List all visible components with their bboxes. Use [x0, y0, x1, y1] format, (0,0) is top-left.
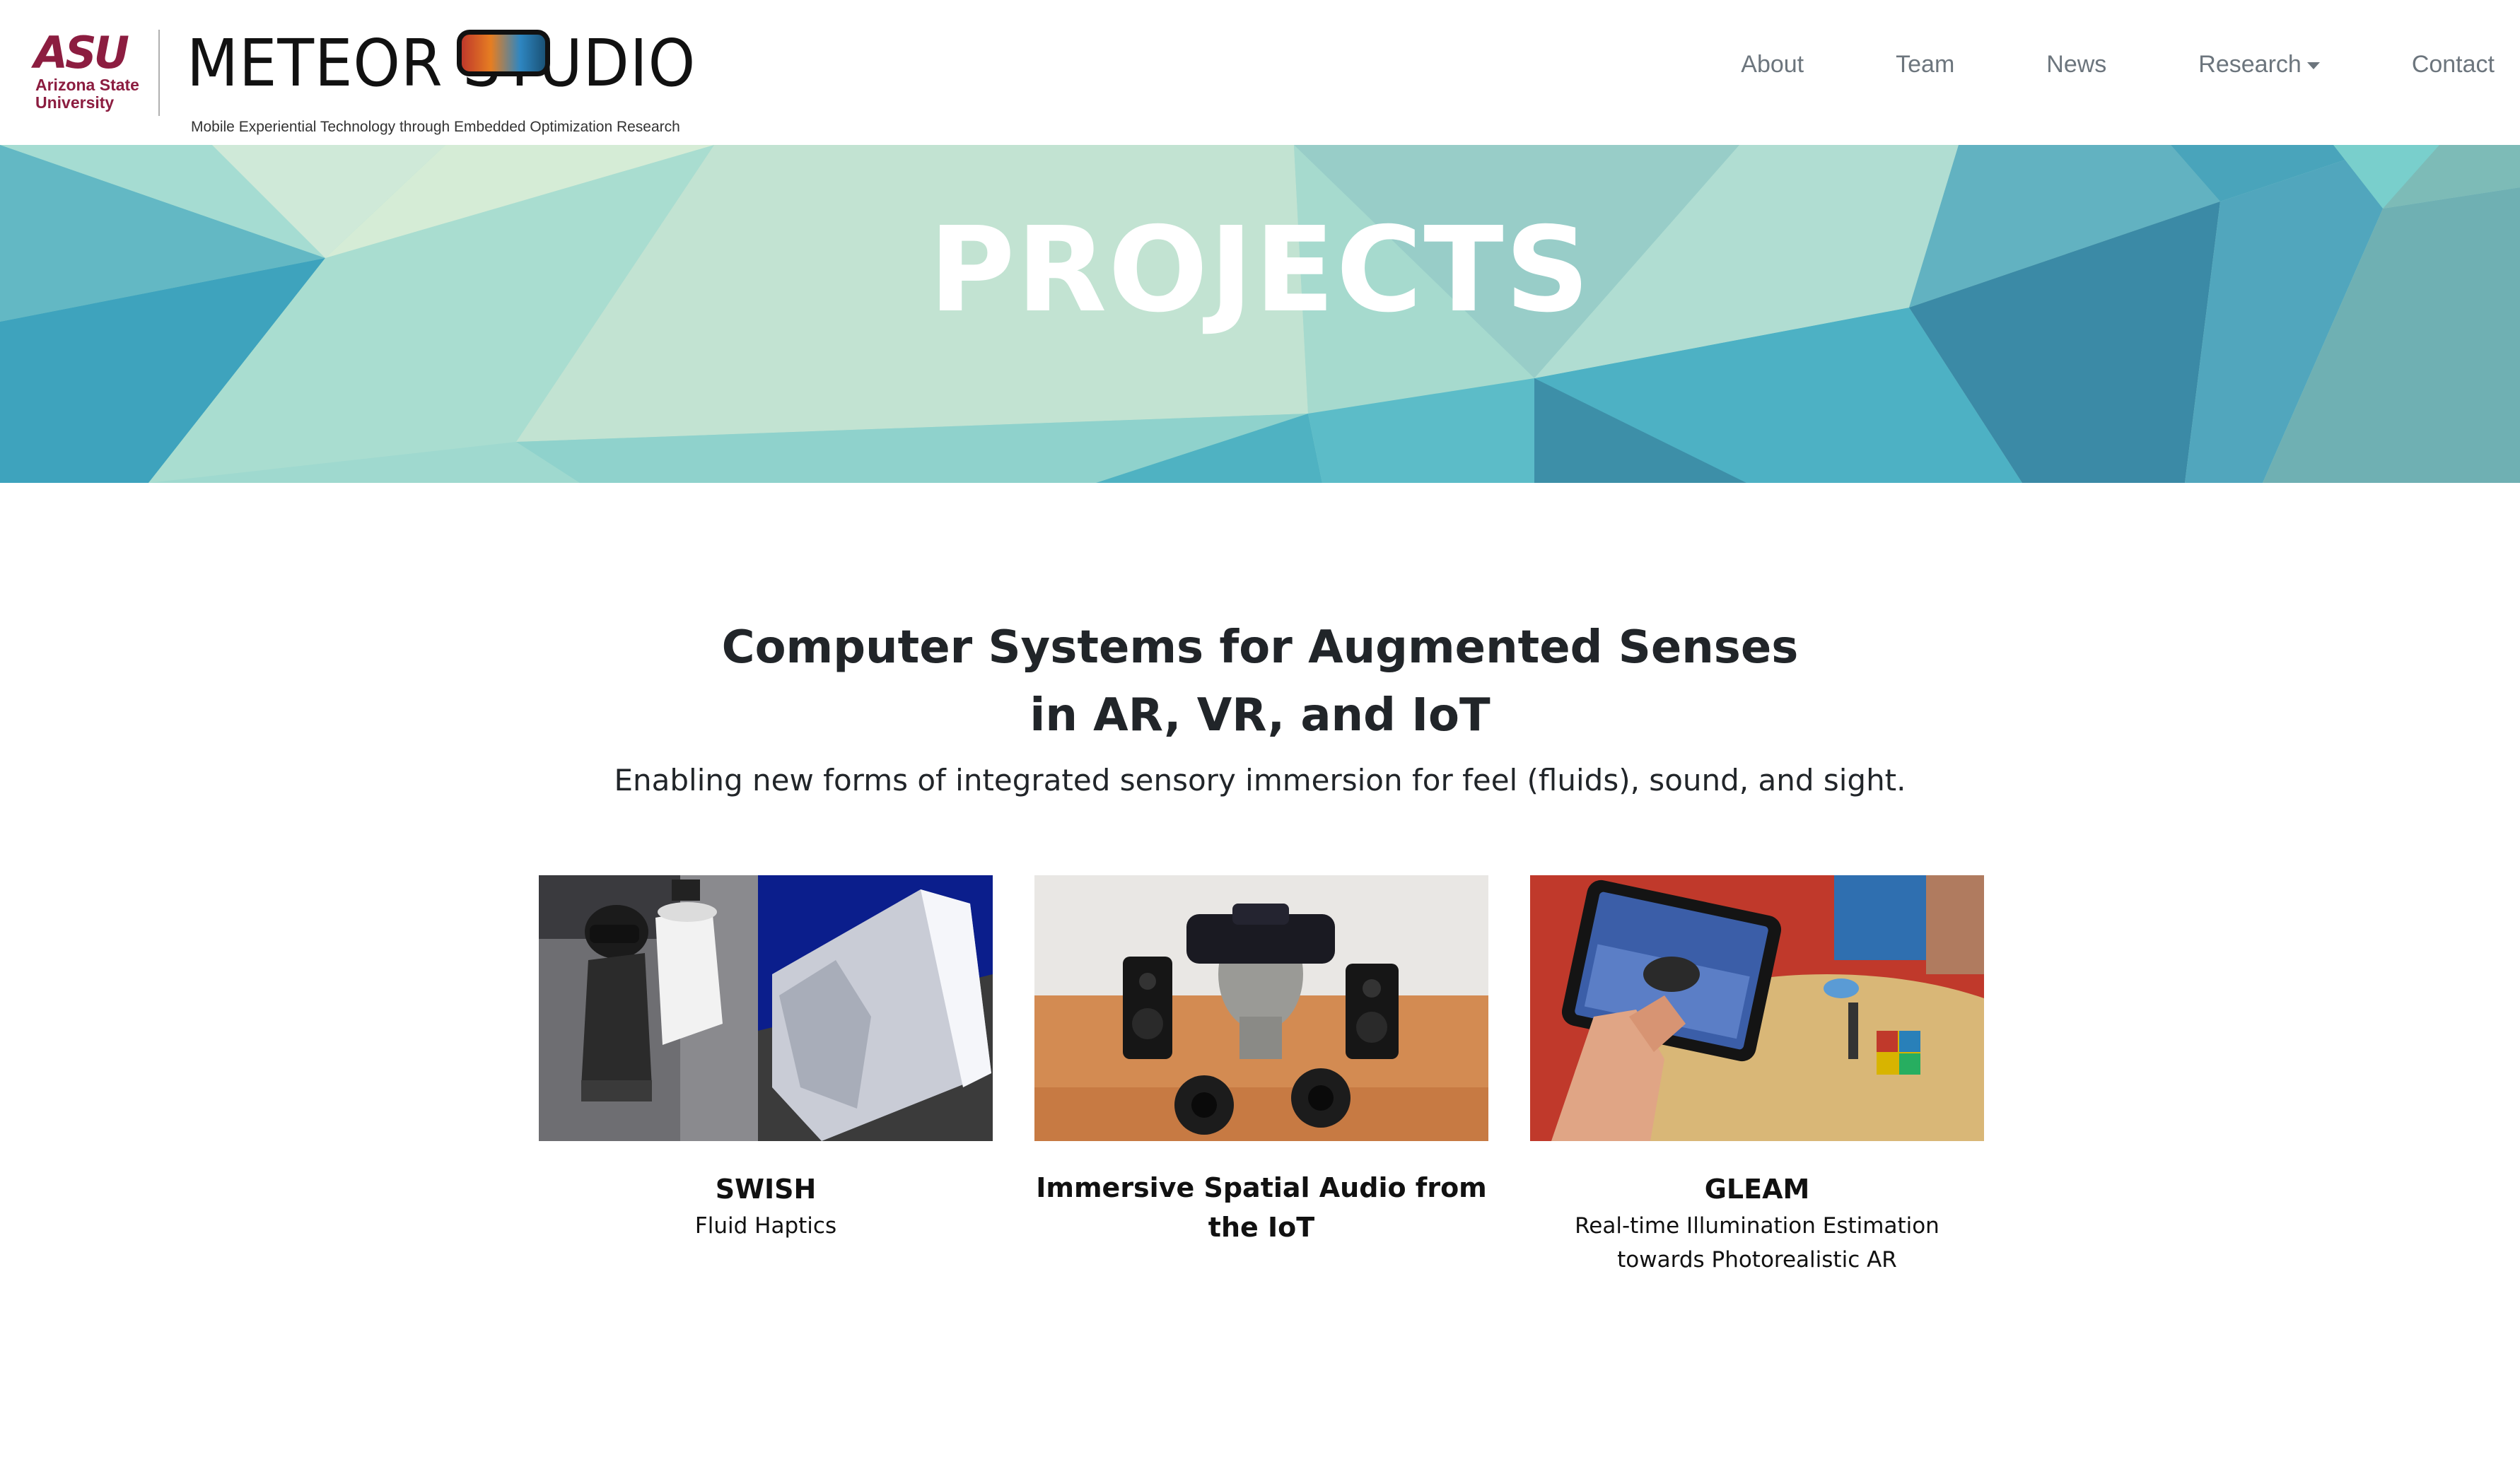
intro-heading: Computer Systems for Augmented Senses in… — [0, 614, 2520, 749]
asu-mark: ASU — [34, 27, 129, 78]
project-image-spatial-audio[interactable] — [1034, 875, 1488, 1141]
nav-news[interactable]: News — [2046, 51, 2106, 78]
meteor-tagline: Mobile Experiential Technology through E… — [191, 119, 680, 135]
project-title-spatial-audio[interactable]: Immersive Spatial Audio from the IoT — [1034, 1168, 1488, 1247]
brand-divider — [158, 30, 160, 116]
gleam-photo — [1530, 875, 1984, 1141]
vr-goggle-icon — [457, 30, 550, 76]
meteor-studio-logo[interactable]: METEOR STUDIO Mobile Experiential Techno… — [187, 25, 703, 136]
nav-team[interactable]: Team — [1896, 51, 1954, 78]
project-desc-swish: Fluid Haptics — [694, 1213, 837, 1239]
intro-heading-line1: Computer Systems for Augmented Senses — [721, 621, 1799, 674]
intro-subheading: Enabling new forms of integrated sensory… — [614, 763, 1906, 797]
intro-heading-line2: in AR, VR, and IoT — [1029, 689, 1491, 742]
hero-title: PROJECTS — [928, 202, 1592, 339]
project-card-swish[interactable]: SWISH Fluid Haptics — [539, 875, 993, 1243]
project-card-spatial-audio[interactable]: Immersive Spatial Audio from the IoT — [1034, 875, 1488, 1247]
caret-down-icon — [2306, 62, 2320, 69]
nav-research-label: Research — [2198, 51, 2302, 78]
brand-logo[interactable]: ASU Arizona State University METEOR STUD… — [34, 25, 703, 136]
project-card-gleam[interactable]: GLEAM Real-time Illumination Estimation … — [1530, 875, 1984, 1277]
navbar: ASU Arizona State University METEOR STUD… — [0, 0, 2520, 145]
swish-photo — [539, 875, 993, 1141]
spatial-audio-photo — [1034, 875, 1488, 1141]
asu-logo[interactable]: ASU Arizona State University — [34, 31, 141, 115]
intro-section: Computer Systems for Augmented Senses in… — [0, 614, 2520, 802]
nav-contact[interactable]: Contact — [2412, 51, 2495, 78]
meteor-studio-title: METEOR STUDIO — [187, 25, 696, 101]
project-title-gleam[interactable]: GLEAM — [1530, 1169, 1984, 1209]
project-desc-gleam: Real-time Illumination Estimation toward… — [1575, 1213, 1939, 1273]
main-nav: About Team News Research Contact — [1649, 51, 2495, 78]
project-image-swish[interactable] — [539, 875, 993, 1141]
project-cards: SWISH Fluid Haptics Immersive Spatial Au… — [539, 875, 1984, 1299]
nav-research-dropdown[interactable]: Research — [2198, 51, 2320, 78]
hero-banner: PROJECTS — [0, 145, 2520, 483]
project-title-swish[interactable]: SWISH — [539, 1169, 993, 1209]
project-image-gleam[interactable] — [1530, 875, 1984, 1141]
asu-name: Arizona State University — [35, 76, 139, 112]
nav-about[interactable]: About — [1741, 51, 1804, 78]
